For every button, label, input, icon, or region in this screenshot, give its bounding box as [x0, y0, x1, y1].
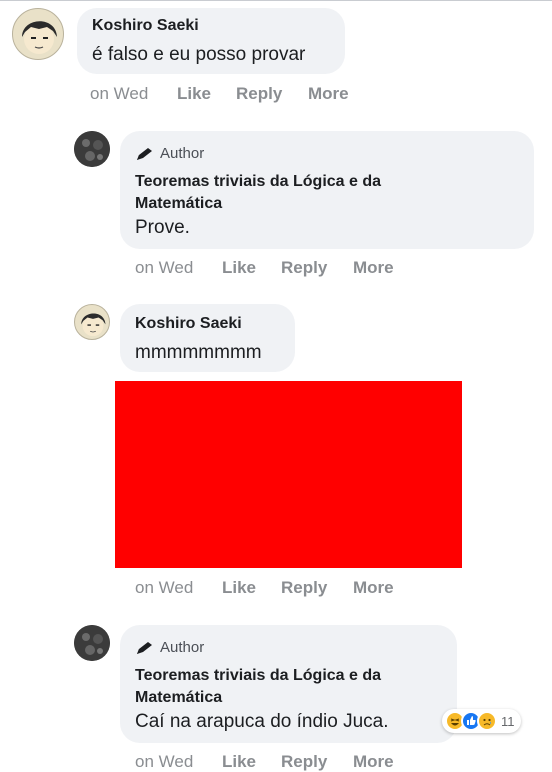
comment-text: Caí na arapuca do índio Juca. [135, 711, 389, 732]
comment-actions: on Wed Like Reply More [135, 752, 435, 772]
like-button[interactable]: Like [177, 84, 211, 104]
reaction-count: 11 [501, 713, 515, 729]
comment-text: é falso e eu posso provar [92, 44, 306, 65]
avatar[interactable] [12, 8, 64, 60]
reply-button[interactable]: Reply [281, 578, 327, 598]
profile-picture-icon [22, 21, 57, 54]
reaction-summary[interactable]: 11 [442, 709, 521, 733]
top-divider [0, 0, 552, 1]
reply-button[interactable]: Reply [236, 84, 282, 104]
comment-author[interactable]: Teoremas triviais da Lógica e da Matemát… [135, 665, 435, 709]
sad-icon [477, 711, 497, 731]
author-badge: Author [135, 639, 204, 656]
comment-bubble: Author Teoremas triviais da Lógica e da … [120, 131, 534, 249]
page-avatar[interactable] [74, 131, 110, 167]
like-button[interactable]: Like [222, 578, 256, 598]
page-avatar[interactable] [74, 625, 110, 661]
comment-author[interactable]: Koshiro Saeki [135, 315, 242, 333]
comment-timestamp[interactable]: on Wed [90, 84, 148, 104]
comment-text: Prove. [135, 217, 190, 238]
comment-author[interactable]: Teoremas triviais da Lógica e da Matemát… [135, 171, 435, 215]
attached-image[interactable] [115, 381, 462, 568]
reply-button[interactable]: Reply [281, 752, 327, 772]
comment-timestamp[interactable]: on Wed [135, 258, 193, 278]
avatar[interactable] [74, 304, 110, 340]
comment-text: mmmmmmmm [135, 342, 262, 363]
page-logo-icon [74, 131, 110, 167]
comment-actions: on Wed Like Reply More [135, 258, 435, 280]
pencil-icon [137, 641, 152, 654]
comment-bubble: Koshiro Saeki mmmmmmmm [120, 304, 295, 372]
more-button[interactable]: More [353, 578, 394, 598]
comment-actions: on Wed Like Reply More [135, 578, 435, 600]
profile-picture-icon [81, 313, 106, 337]
reply-button[interactable]: Reply [281, 258, 327, 278]
more-button[interactable]: More [308, 84, 349, 104]
comment-actions: on Wed Like Reply More [90, 84, 390, 106]
comment-timestamp[interactable]: on Wed [135, 752, 193, 772]
comment-author[interactable]: Koshiro Saeki [92, 17, 199, 35]
author-badge-label: Author [160, 639, 205, 656]
like-button[interactable]: Like [222, 752, 256, 772]
more-button[interactable]: More [353, 752, 394, 772]
page-logo-icon [74, 625, 110, 661]
comment-bubble: Author Teoremas triviais da Lógica e da … [120, 625, 457, 743]
more-button[interactable]: More [353, 258, 394, 278]
author-badge: Author [135, 145, 204, 162]
like-button[interactable]: Like [222, 258, 256, 278]
author-badge-label: Author [160, 145, 205, 162]
comment-timestamp[interactable]: on Wed [135, 578, 193, 598]
comment-bubble: Koshiro Saeki é falso e eu posso provar [77, 8, 345, 74]
pencil-icon [137, 147, 152, 160]
